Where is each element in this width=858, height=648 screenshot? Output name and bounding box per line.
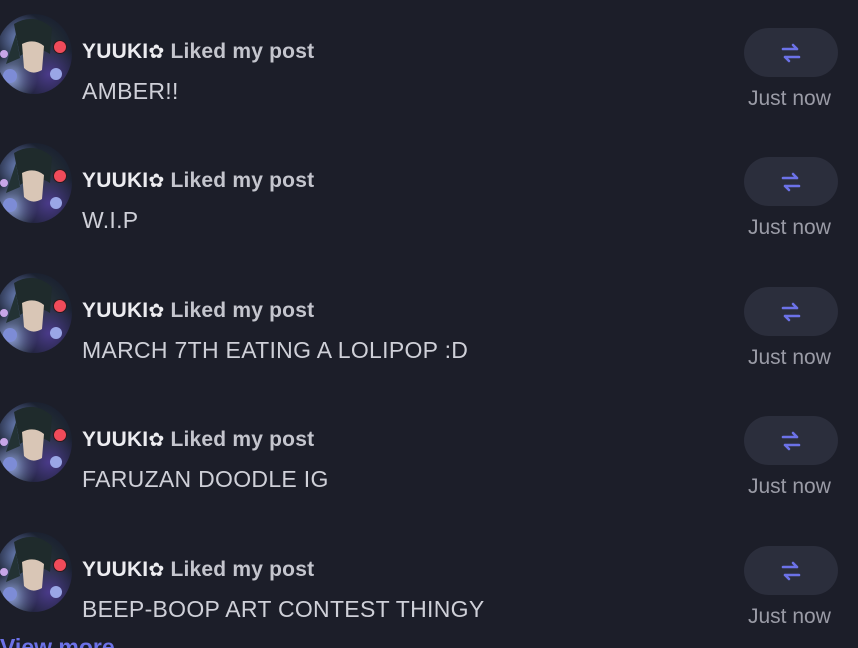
timestamp: Just now	[748, 475, 831, 498]
notification-header: YUUKI✿ Liked my post	[82, 169, 314, 193]
post-title[interactable]: W.I.P	[82, 207, 138, 234]
avatar[interactable]	[0, 532, 72, 612]
notification-action: Liked my post	[170, 40, 315, 63]
username[interactable]: YUUKI	[82, 40, 148, 63]
username-symbol: ✿	[148, 560, 165, 581]
post-title[interactable]: MARCH 7TH EATING A LOLIPOP :D	[82, 337, 468, 364]
username[interactable]: YUUKI	[82, 428, 148, 451]
post-title[interactable]: FARUZAN DOODLE IG	[82, 466, 329, 493]
notification-action: Liked my post	[170, 299, 315, 322]
notification-action: Liked my post	[170, 169, 315, 192]
swap-arrows-icon	[781, 302, 801, 321]
status-dot	[53, 428, 67, 442]
repost-button[interactable]	[744, 546, 838, 595]
notification-header: YUUKI✿ Liked my post	[82, 299, 314, 323]
username[interactable]: YUUKI	[82, 299, 148, 322]
notification-item[interactable]: YUUKI✿ Liked my post AMBER!! Just now	[0, 14, 858, 124]
avatar[interactable]	[0, 402, 72, 482]
repost-button[interactable]	[744, 28, 838, 77]
avatar[interactable]	[0, 143, 72, 223]
notification-item[interactable]: YUUKI✿ Liked my post FARUZAN DOODLE IG Ju…	[0, 402, 858, 512]
notification-action: Liked my post	[170, 558, 315, 581]
avatar[interactable]	[0, 273, 72, 353]
swap-arrows-icon	[781, 561, 801, 580]
username-symbol: ✿	[148, 42, 165, 63]
timestamp: Just now	[748, 216, 831, 239]
repost-button[interactable]	[744, 416, 838, 465]
status-dot	[53, 558, 67, 572]
username[interactable]: YUUKI	[82, 169, 148, 192]
view-more-link[interactable]: View more	[0, 634, 115, 648]
username-symbol: ✿	[148, 301, 165, 322]
timestamp: Just now	[748, 87, 831, 110]
username-symbol: ✿	[148, 430, 165, 451]
notification-item[interactable]: YUUKI✿ Liked my post BEEP-BOOP ART CONTES…	[0, 532, 858, 642]
timestamp: Just now	[748, 605, 831, 628]
notification-feed: YUUKI✿ Liked my post AMBER!! Just now YUU…	[0, 0, 858, 648]
post-title[interactable]: AMBER!!	[82, 78, 179, 105]
username[interactable]: YUUKI	[82, 558, 148, 581]
status-dot	[53, 40, 67, 54]
timestamp: Just now	[748, 346, 831, 369]
notification-item[interactable]: YUUKI✿ Liked my post W.I.P Just now	[0, 143, 858, 253]
notification-header: YUUKI✿ Liked my post	[82, 558, 314, 582]
swap-arrows-icon	[781, 43, 801, 62]
post-title[interactable]: BEEP-BOOP ART CONTEST THINGY	[82, 596, 485, 623]
avatar[interactable]	[0, 14, 72, 94]
status-dot	[53, 299, 67, 313]
notification-action: Liked my post	[170, 428, 315, 451]
notification-header: YUUKI✿ Liked my post	[82, 40, 314, 64]
username-symbol: ✿	[148, 171, 165, 192]
status-dot	[53, 169, 67, 183]
swap-arrows-icon	[781, 431, 801, 450]
notification-item[interactable]: YUUKI✿ Liked my post MARCH 7TH EATING A L…	[0, 273, 858, 383]
repost-button[interactable]	[744, 157, 838, 206]
notification-header: YUUKI✿ Liked my post	[82, 428, 314, 452]
swap-arrows-icon	[781, 172, 801, 191]
repost-button[interactable]	[744, 287, 838, 336]
